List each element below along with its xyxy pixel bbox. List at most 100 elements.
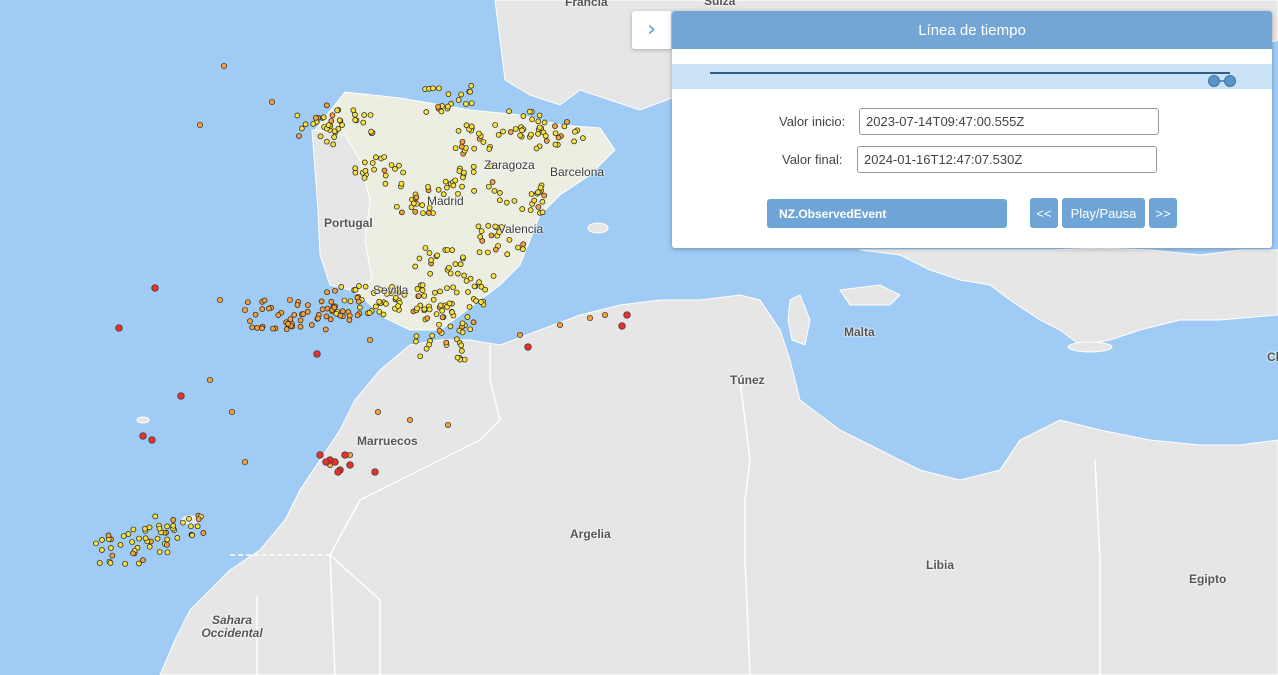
play-pause-button[interactable]: Play/Pausa bbox=[1062, 198, 1145, 228]
event-marker bbox=[436, 85, 442, 92]
event-marker bbox=[434, 252, 441, 259]
label-malta: Malta bbox=[844, 325, 875, 339]
event-marker bbox=[439, 314, 446, 321]
event-marker bbox=[331, 134, 338, 140]
event-marker bbox=[117, 541, 124, 548]
event-marker bbox=[419, 202, 426, 208]
event-marker bbox=[444, 285, 450, 292]
event-marker bbox=[331, 128, 338, 135]
event-marker bbox=[395, 303, 401, 309]
event-marker bbox=[283, 326, 290, 333]
event-marker bbox=[520, 241, 527, 248]
event-marker bbox=[535, 189, 541, 196]
event-marker bbox=[177, 392, 185, 400]
start-value-input[interactable] bbox=[859, 108, 1159, 135]
label-sahara-2: Occidental bbox=[201, 626, 263, 640]
event-marker bbox=[455, 97, 462, 103]
event-marker bbox=[423, 109, 430, 115]
event-marker bbox=[491, 187, 498, 194]
event-marker bbox=[463, 101, 469, 107]
event-marker bbox=[291, 311, 298, 318]
prev-button[interactable]: << bbox=[1030, 198, 1058, 228]
event-marker bbox=[435, 186, 442, 193]
next-button[interactable]: >> bbox=[1149, 198, 1177, 228]
event-marker bbox=[320, 114, 327, 121]
event-marker bbox=[371, 166, 377, 173]
event-marker bbox=[436, 321, 442, 328]
event-marker bbox=[420, 210, 426, 217]
event-marker bbox=[252, 311, 259, 318]
event-marker bbox=[357, 304, 363, 311]
event-marker bbox=[299, 125, 305, 132]
end-value-input[interactable] bbox=[857, 146, 1157, 173]
label-barcelona: Barcelona bbox=[550, 165, 605, 179]
panel-toggle-button[interactable]: › bbox=[632, 11, 671, 49]
event-marker bbox=[310, 121, 317, 127]
event-marker bbox=[492, 246, 499, 253]
event-marker bbox=[506, 108, 512, 115]
slider-start-handle[interactable] bbox=[1208, 75, 1221, 87]
event-marker bbox=[419, 282, 426, 288]
event-marker bbox=[398, 180, 405, 187]
event-marker bbox=[461, 272, 468, 279]
event-marker bbox=[488, 232, 495, 239]
event-marker bbox=[482, 286, 488, 293]
event-marker bbox=[442, 178, 449, 185]
event-marker bbox=[504, 251, 511, 258]
event-marker bbox=[503, 199, 510, 206]
event-marker bbox=[414, 305, 420, 312]
event-marker bbox=[543, 138, 550, 144]
event-marker bbox=[520, 113, 527, 119]
event-marker bbox=[437, 288, 443, 295]
slider-end-handle[interactable] bbox=[1224, 75, 1236, 87]
event-marker bbox=[323, 138, 330, 145]
time-slider[interactable] bbox=[672, 64, 1272, 89]
event-marker bbox=[130, 526, 137, 533]
event-marker bbox=[324, 289, 330, 296]
event-marker bbox=[552, 123, 558, 129]
event-marker bbox=[337, 312, 344, 319]
event-marker bbox=[478, 299, 484, 305]
event-marker bbox=[490, 273, 497, 279]
event-marker bbox=[200, 530, 207, 536]
event-marker bbox=[435, 103, 441, 110]
event-marker bbox=[430, 85, 436, 92]
event-marker bbox=[108, 545, 114, 551]
event-marker bbox=[463, 278, 470, 284]
event-marker bbox=[206, 376, 214, 384]
event-marker bbox=[528, 131, 534, 138]
event-marker bbox=[537, 184, 544, 191]
event-marker bbox=[471, 145, 478, 152]
event-marker bbox=[247, 318, 253, 324]
event-marker bbox=[443, 339, 450, 346]
event-marker bbox=[561, 123, 568, 130]
event-marker bbox=[470, 169, 477, 175]
event-marker bbox=[428, 257, 434, 264]
event-marker bbox=[429, 332, 436, 339]
layer-select-button[interactable]: NZ.ObservedEvent bbox=[767, 199, 1007, 228]
event-marker bbox=[586, 314, 594, 322]
event-marker bbox=[341, 297, 348, 304]
event-marker bbox=[459, 138, 466, 145]
event-marker bbox=[366, 336, 374, 344]
event-marker bbox=[266, 305, 272, 312]
event-marker bbox=[302, 121, 309, 128]
event-marker bbox=[99, 547, 105, 553]
event-marker bbox=[516, 331, 524, 339]
event-marker bbox=[220, 62, 228, 70]
event-marker bbox=[382, 180, 389, 187]
event-marker bbox=[129, 539, 135, 545]
event-marker bbox=[259, 306, 266, 312]
event-marker bbox=[430, 296, 437, 303]
event-marker bbox=[431, 289, 438, 296]
event-marker bbox=[346, 312, 353, 319]
event-marker bbox=[601, 311, 609, 319]
start-label: Valor inicio: bbox=[779, 114, 846, 129]
event-marker bbox=[381, 167, 388, 174]
event-marker bbox=[423, 345, 430, 352]
slider-track[interactable] bbox=[710, 72, 1236, 87]
event-marker bbox=[105, 532, 112, 539]
label-tunez: Túnez bbox=[730, 373, 765, 387]
event-marker bbox=[352, 287, 359, 293]
event-marker bbox=[531, 197, 538, 204]
